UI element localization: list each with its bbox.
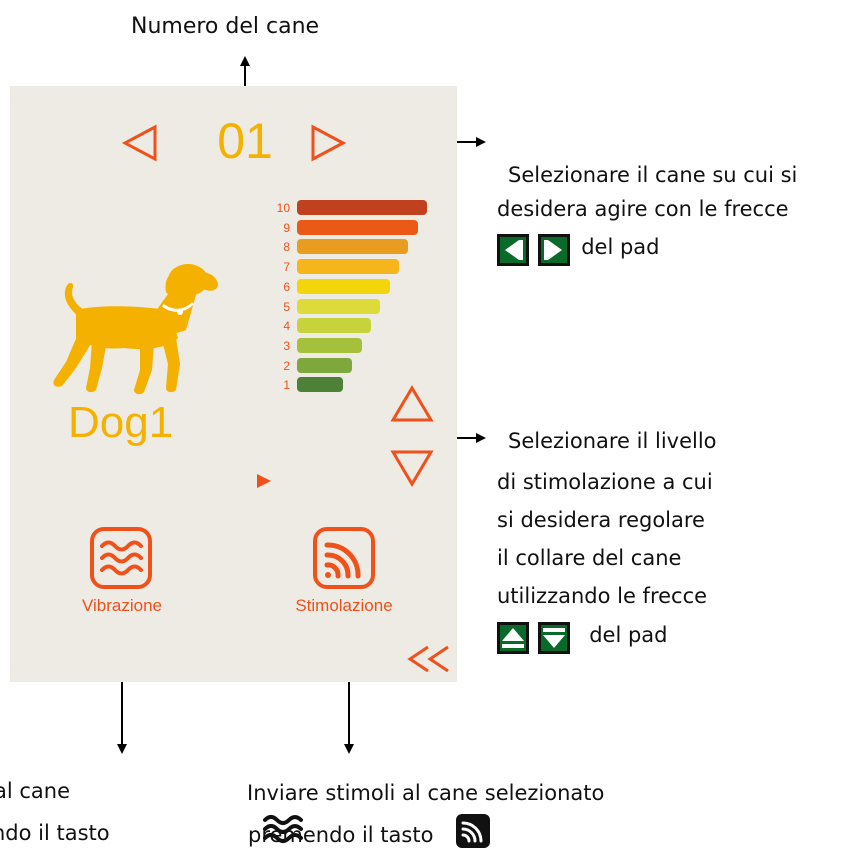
next-dog-button[interactable] (310, 124, 346, 162)
prev-dog-button[interactable] (122, 124, 158, 162)
level-number-5: 5 (283, 299, 290, 314)
vibration-note-line2-row: ndo il tasto (0, 814, 303, 850)
select-level-note-line4: il collare del cane (497, 546, 682, 570)
level-bar-5[interactable] (297, 298, 381, 314)
level-bar-9[interactable] (297, 219, 418, 235)
select-dog-note-line2: desidera agire con le frecce (497, 197, 789, 221)
select-dog-note-line3-row: del pad (497, 230, 659, 266)
back-button[interactable] (406, 644, 452, 674)
level-number-10: 10 (276, 201, 290, 215)
pad-left-key-icon (497, 233, 529, 266)
select-dog-note-line3: del pad (581, 235, 660, 259)
select-level-note-line3: si desidera regolare (497, 508, 705, 532)
level-bar-10[interactable] (297, 200, 427, 215)
select-level-note-line1: Selezionare il livello (508, 429, 717, 453)
select-level-note-line6-row: del pad (497, 618, 667, 654)
level-bar-4[interactable] (297, 318, 371, 334)
vibration-waves-icon (90, 527, 152, 589)
level-bar-7[interactable] (297, 259, 399, 275)
level-number-7: 7 (283, 260, 290, 275)
pad-down-key-icon (538, 621, 571, 654)
dog-icon (53, 264, 218, 395)
level-down-button[interactable] (390, 449, 434, 487)
level-number-4: 4 (283, 319, 290, 334)
level-number-2: 2 (283, 358, 290, 373)
vibration-label: Vibrazione (81, 596, 163, 615)
vibration-note-line2: ndo il tasto (0, 821, 110, 845)
level-bar-2[interactable] (297, 357, 353, 373)
level-number-3: 3 (283, 338, 290, 353)
select-level-note-line6: del pad (589, 623, 668, 647)
stimulation-signal-icon (313, 527, 375, 589)
level-number-6: 6 (283, 279, 290, 294)
level-up-button[interactable] (390, 385, 434, 423)
select-level-note-line2: di stimolazione a cui (497, 470, 713, 494)
stimulation-note-line1: Inviare stimoli al cane selezionato (247, 781, 605, 805)
level-bar-6[interactable] (297, 278, 390, 294)
stimulation-button[interactable] (313, 527, 375, 589)
dog-counter: 01 (217, 113, 273, 169)
level-number-1: 1 (283, 378, 290, 393)
level-bar-8[interactable] (297, 239, 409, 255)
stimulation-note-line2: premendo il tasto (248, 823, 434, 847)
stimulation-label: Stimolazione (295, 596, 393, 615)
vibration-note-line1: al cane (0, 779, 71, 803)
select-level-note-line5: utilizzando le frecce (497, 584, 708, 608)
pad-up-key-icon (497, 621, 529, 654)
dog-name: Dog1 (68, 398, 174, 447)
dog-number-label: Numero del cane (131, 14, 320, 39)
level-number-9: 9 (283, 220, 290, 235)
stimulation-key-icon (456, 814, 490, 848)
stimulation-note-line2-row: premendo il tasto (248, 814, 568, 852)
vibration-button[interactable] (90, 527, 152, 589)
level-bar-3[interactable] (297, 337, 362, 353)
pad-right-key-icon (538, 233, 571, 266)
level-bar-1[interactable] (297, 377, 343, 393)
selected-level-marker (257, 474, 271, 488)
level-number-8: 8 (283, 240, 290, 255)
select-dog-note-line1: Selezionare il cane su cui si (508, 163, 798, 187)
